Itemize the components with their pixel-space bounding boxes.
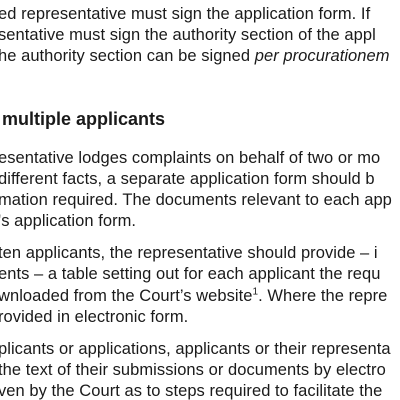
paragraph-3-line-4: rovided in electronic form. <box>0 308 189 326</box>
paragraph-3-line-1: ten applicants, the representative shoul… <box>0 244 378 262</box>
paragraph-3-line-3-text-end: . Where the repre <box>258 287 388 305</box>
paragraph-1-line-1: ed representative must sign the applicat… <box>0 5 371 23</box>
paragraph-3-line-2: ents – a table setting out for each appl… <box>0 265 381 283</box>
paragraph-1-line-3-text: he authority section can be signed <box>0 47 255 65</box>
paragraph-1-line-3: he authority section can be signed per p… <box>0 46 390 66</box>
paragraph-1-line-3-italic: per procurationem <box>254 47 390 65</box>
paragraph-2-line-1: esentative lodges complaints on behalf o… <box>0 149 381 167</box>
paragraph-4-line-1: plicants or applications, applicants or … <box>0 340 391 358</box>
paragraph-2-line-3: mation required. The documents relevant … <box>0 191 392 209</box>
section-heading: multiple applicants <box>2 109 166 129</box>
paragraph-3-line-3: wnloaded from the Court’s website1. Wher… <box>0 286 387 306</box>
paragraph-2-line-4: 's application form. <box>0 212 137 230</box>
paragraph-2-line-2: different facts, a separate application … <box>0 170 375 188</box>
paragraph-3-line-3-text: wnloaded from the Court’s website <box>0 287 253 305</box>
document-page: ed representative must sign the applicat… <box>0 0 400 400</box>
paragraph-4-line-3: ven by the Court as to steps required to… <box>0 382 383 400</box>
paragraph-1-line-2: sentative must sign the authority sectio… <box>0 26 376 44</box>
paragraph-4-line-2: the text of their submissions or documen… <box>0 361 386 379</box>
